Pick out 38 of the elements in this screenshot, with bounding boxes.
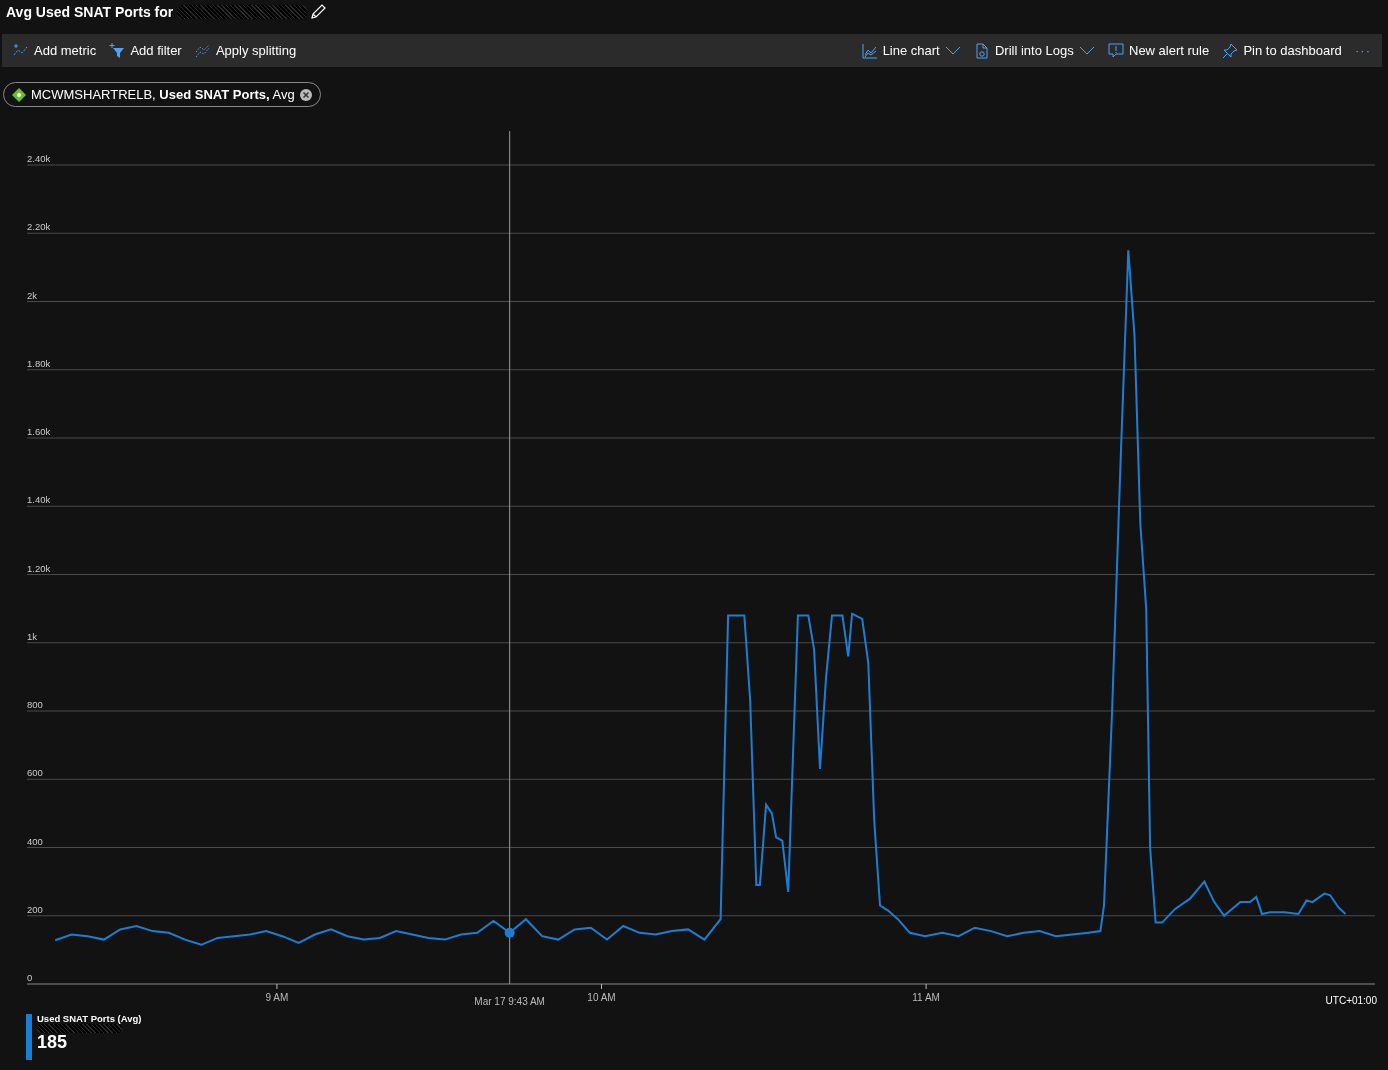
more-button[interactable]: ··· <box>1350 40 1376 61</box>
y-axis-label: 1.20k <box>27 562 51 574</box>
x-axis-label: 11 AM <box>912 992 940 1003</box>
x-axis-label: 9 AM <box>265 992 289 1003</box>
diamond-icon <box>12 87 26 102</box>
pin-icon <box>1222 42 1239 59</box>
y-axis-label: 800 <box>27 699 43 710</box>
y-axis-label: 400 <box>27 835 43 847</box>
pencil-icon[interactable] <box>309 4 326 20</box>
timezone-label: UTC+01:00 <box>1325 994 1377 1008</box>
alert-button[interactable]: New alert rule <box>1103 40 1215 61</box>
y-axis-label: 2.20k <box>27 221 51 233</box>
y-axis-label: 0 <box>27 972 33 983</box>
pin-button[interactable]: Pin to dashboard <box>1217 40 1347 61</box>
y-axis-label: 1.60k <box>27 426 51 437</box>
legend-name: Used SNAT Ports (Avg) <box>37 1014 143 1025</box>
split-button[interactable]: Apply splitting <box>189 40 302 61</box>
cursor-dot <box>504 927 515 938</box>
filter-button[interactable]: Add filter <box>104 40 187 61</box>
metric-button[interactable]: Add metric <box>8 40 102 61</box>
chart-button[interactable]: Line chart <box>856 40 966 61</box>
y-axis-label: 1k <box>27 630 38 642</box>
chart-title: Avg Used SNAT Ports for <box>6 2 174 22</box>
y-axis-label: 1.80k <box>27 357 51 369</box>
y-axis-label: 2.40k <box>27 153 51 164</box>
y-axis-label: 1.40k <box>27 494 51 506</box>
logs-button[interactable]: Drill into Logs <box>969 40 1100 61</box>
y-axis-label: 2k <box>27 289 38 301</box>
legend-value: 185 <box>37 1033 69 1052</box>
close-icon[interactable] <box>299 88 312 101</box>
y-axis-label: 200 <box>27 903 43 915</box>
speech-bubble-icon <box>1108 42 1124 59</box>
document-icon <box>974 42 990 59</box>
filter-icon <box>109 42 126 59</box>
cursor-time-label: Mar 17 9:43 AM <box>474 996 545 1007</box>
line-chart-icon <box>861 42 878 59</box>
y-axis-label: 600 <box>27 767 43 779</box>
x-axis-label: 10 AM <box>587 992 616 1003</box>
